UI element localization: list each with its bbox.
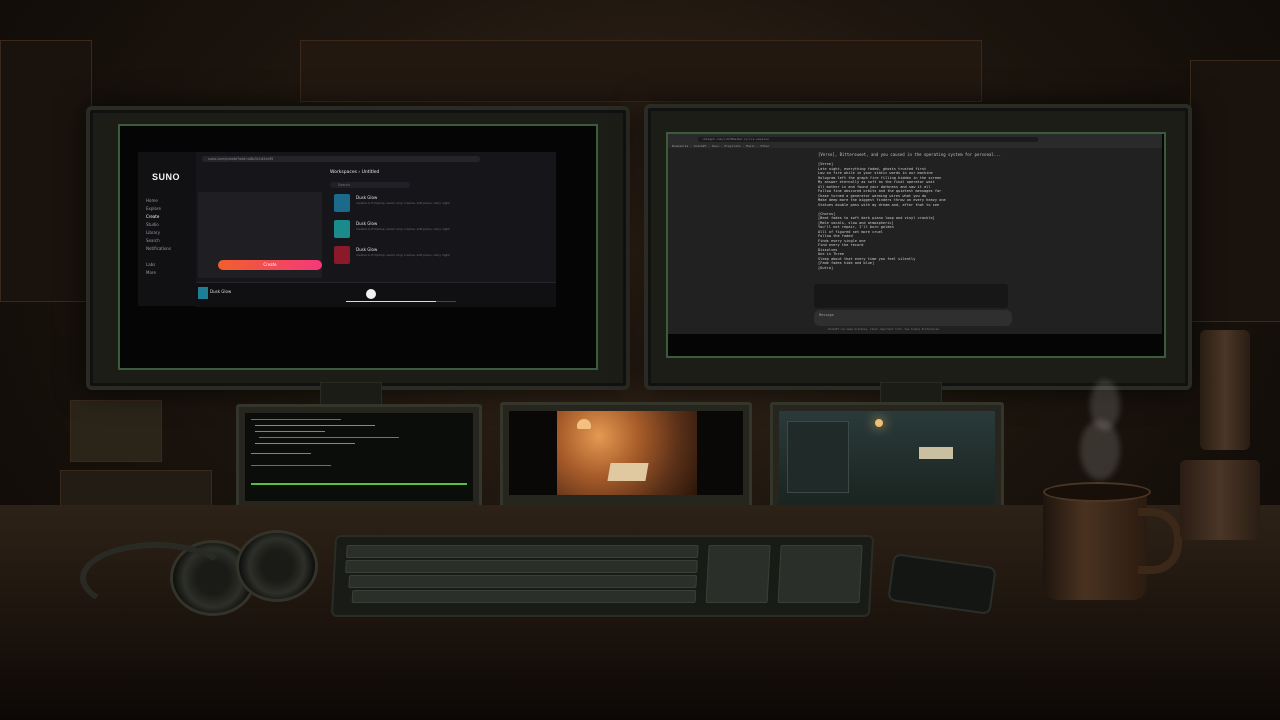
keyboard-key-row[interactable] [345,560,698,573]
suno-app-window: suno.com/create?wid=a8b3c1d2e4f5 SUNO Ho… [138,152,556,307]
keyboard-key-row[interactable] [345,545,699,558]
song-description: mellow lo-fi hiphop, warm vinyl crackle,… [356,227,450,231]
code-line [255,443,355,444]
song-description: mellow lo-fi hiphop, warm vinyl crackle,… [356,201,450,205]
song-list-item[interactable]: Dusk Glow mellow lo-fi hiphop, warm viny… [334,220,524,240]
code-block [814,284,1008,308]
play-pause-button[interactable] [366,289,376,299]
back-shelf [0,40,92,302]
headphones-right-cup [236,530,318,602]
user-prompt-line: [Verse], Bittersweet, and you caused in … [818,152,1002,157]
right-screen: chatgpt.com/c/6784a1b2-lyrics-session Bo… [666,132,1166,358]
metal-canister [1180,460,1260,540]
disclaimer-footer: ChatGPT can make mistakes. Check importa… [828,328,941,331]
desk-setup-scene: suno.com/create?wid=a8b3c1d2e4f5 SUNO Ho… [0,0,1280,720]
small-monitor-code [236,404,482,514]
lamp-icon [577,419,591,429]
keyboard-key-row[interactable] [348,575,698,588]
code-line [251,483,467,485]
sidebar-item-labs[interactable]: Labs [146,262,155,267]
song-cover [334,246,350,264]
code-line [251,419,341,420]
sidebar-item-more[interactable]: More [146,270,156,275]
song-title: Dusk Glow [356,247,378,252]
back-shelf [1190,60,1280,322]
keyboard-key-row[interactable] [351,590,697,603]
keyboard-arrow-cluster[interactable] [705,545,771,603]
now-playing-title: Dusk Glow [210,289,232,294]
song-cover [334,194,350,212]
bookmarks-bar[interactable]: Bookmarks · ChatGPT · Suno · Playlists ·… [668,144,1162,148]
song-description: mellow lo-fi hiphop, warm vinyl crackle,… [356,253,450,257]
code-editor-screen [245,413,473,501]
streetlamp-icon [875,419,883,427]
browser-url-bar[interactable]: chatgpt.com/c/6784a1b2-lyrics-session [698,137,1038,142]
song-title: Dusk Glow [356,195,378,200]
song-cover [334,220,350,238]
monitor-stand [320,382,382,406]
suno-url-bar[interactable]: suno.com/create?wid=a8b3c1d2e4f5 [202,156,480,162]
chat-app-window: chatgpt.com/c/6784a1b2-lyrics-session Bo… [668,134,1162,334]
workspace-title: Workspaces › Untitled [330,170,380,175]
sidebar-item-library[interactable]: Library [146,230,160,235]
code-line [255,425,375,426]
left-monitor: suno.com/create?wid=a8b3c1d2e4f5 SUNO Ho… [86,106,630,390]
headphones-band [80,542,232,614]
code-line [251,465,331,466]
playback-progress-bar[interactable] [346,301,456,302]
coffee-mug [1043,488,1147,600]
code-line [251,453,311,454]
suno-sidebar: SUNO Home Explore Create Studio Library … [138,152,196,306]
sidebar-item-search[interactable]: Search [146,238,160,243]
metal-canister [1200,330,1250,450]
steam [1090,380,1120,430]
sidebar-item-studio[interactable]: Studio [146,222,159,227]
music-player-bar: Dusk Glow [196,282,556,307]
code-line [255,431,325,432]
right-monitor: chatgpt.com/c/6784a1b2-lyrics-session Bo… [644,104,1192,390]
pixel-street-screen [779,411,995,505]
keyboard[interactable] [330,535,875,617]
suno-logo: SUNO [152,172,181,182]
building-art [787,421,849,493]
playback-progress-fill [346,301,437,302]
song-list-item[interactable]: Dusk Glow mellow lo-fi hiphop, warm viny… [334,194,524,214]
keyboard-numpad[interactable] [777,545,863,603]
sidebar-item-create[interactable]: Create [146,214,159,219]
code-line [259,437,399,438]
small-monitor-lofi-room [500,402,752,508]
create-button[interactable]: Create [218,260,322,270]
song-list-item[interactable]: Dusk Glow mellow lo-fi hiphop, warm viny… [334,246,524,266]
song-search-input[interactable]: Search [330,182,410,188]
sidebar-item-explore[interactable]: Explore [146,206,161,211]
sidebar-item-notifications[interactable]: Notifications [146,246,171,251]
lofi-room-screen [509,411,743,495]
book-icon [607,463,649,481]
shop-sign [919,447,953,459]
now-playing-cover [198,287,208,299]
left-screen: suno.com/create?wid=a8b3c1d2e4f5 SUNO Ho… [118,124,598,370]
message-input[interactable]: Message [814,310,1012,326]
song-title: Dusk Glow [356,221,378,226]
sidebar-item-home[interactable]: Home [146,198,158,203]
small-monitor-pixel-street [770,402,1004,518]
coffee-mug-rim [1043,482,1151,502]
audio-equipment [70,400,162,462]
